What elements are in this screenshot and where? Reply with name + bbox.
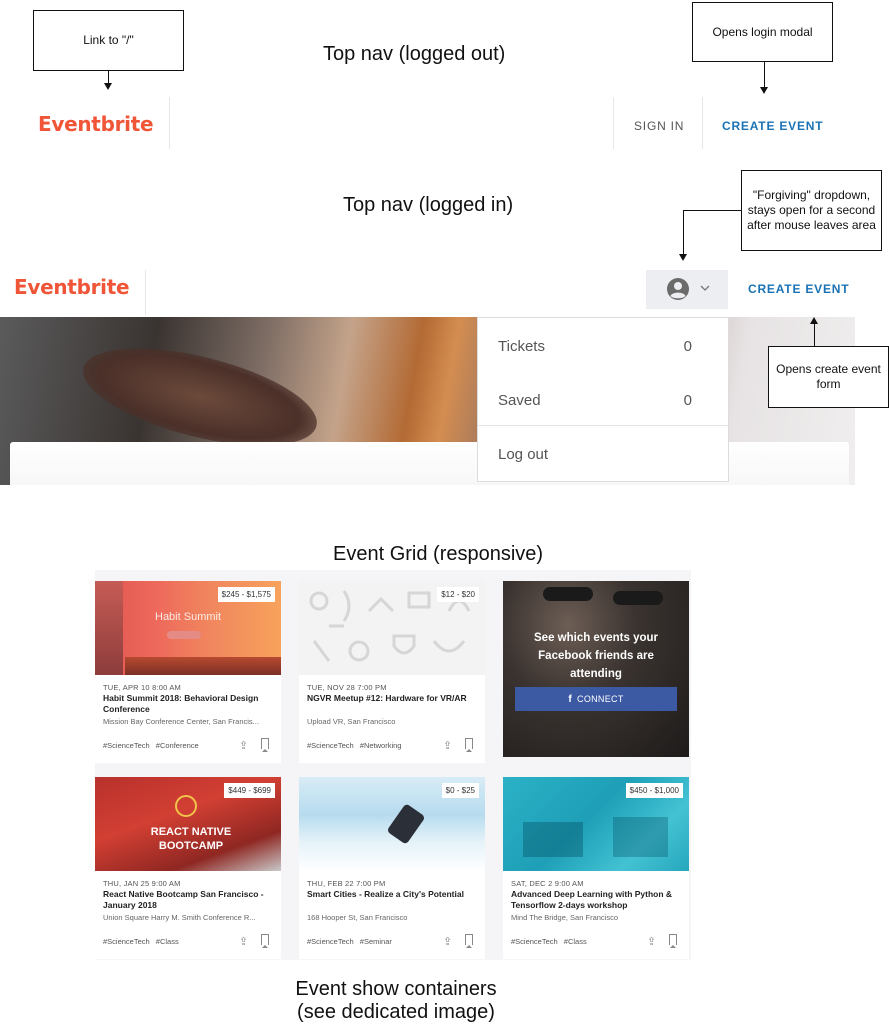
event-title[interactable]: Habit Summit 2018: Behavioral Design Con…: [103, 693, 275, 715]
dropdown-item-saved[interactable]: Saved 0: [478, 372, 728, 426]
section-title-nav-logged-out: Top nav (logged out): [323, 43, 506, 65]
event-image-text: REACT NATIVE BOOTCAMP: [150, 826, 232, 852]
event-date: THU, FEB 22 7:00 PM: [307, 879, 386, 888]
chevron-down-icon: [700, 285, 710, 291]
price-badge: $0 - $25: [441, 783, 479, 798]
connector-line: [683, 210, 684, 254]
create-event-link[interactable]: CREATE EVENT: [722, 119, 823, 133]
bookmark-icon[interactable]: [261, 738, 269, 752]
sign-in-link[interactable]: SIGN IN: [634, 119, 684, 133]
event-tags[interactable]: #ScienceTech #Class: [103, 937, 179, 946]
arrow-up-icon: [810, 317, 818, 324]
facebook-icon: f: [568, 693, 573, 705]
event-card[interactable]: $0 - $25 THU, FEB 22 7:00 PM Smart Citie…: [299, 777, 485, 959]
arrow-down-icon: [104, 83, 112, 90]
create-event-link[interactable]: CREATE EVENT: [748, 282, 849, 296]
annotation-text: Opens create event form: [776, 362, 881, 391]
event-tags[interactable]: #ScienceTech #Conference: [103, 741, 199, 750]
section-title-event-grid: Event Grid (responsive): [333, 543, 544, 565]
dropdown-item-logout[interactable]: Log out: [478, 426, 728, 481]
annotation-logo-link: Link to "/": [33, 10, 184, 71]
dropdown-item-label: Log out: [498, 446, 549, 463]
event-venue: Upload VR, San Francisco: [307, 717, 396, 726]
nav-divider: [169, 97, 170, 149]
event-date: THU, JAN 25 9:00 AM: [103, 879, 181, 888]
user-menu-button[interactable]: [646, 270, 728, 309]
section-title-nav-logged-in: Top nav (logged in): [343, 194, 514, 216]
event-tags[interactable]: #ScienceTech #Seminar: [307, 937, 392, 946]
share-icon[interactable]: ⇪: [239, 935, 248, 948]
dropdown-item-label: Saved: [498, 392, 541, 409]
event-date: TUE, NOV 28 7:00 PM: [307, 683, 387, 692]
event-card[interactable]: $450 - $1,000 SAT, DEC 2 9:00 AM Advance…: [503, 777, 689, 959]
connector-line: [814, 324, 815, 346]
arrow-down-icon: [679, 254, 687, 261]
event-title[interactable]: Smart Cities - Realize a City's Potentia…: [307, 889, 479, 900]
dropdown-item-count: 0: [683, 392, 692, 409]
share-icon[interactable]: ⇪: [647, 935, 656, 948]
annotation-text: "Forgiving" dropdown, stays open for a s…: [747, 188, 876, 232]
price-badge: $245 - $1,575: [217, 587, 275, 602]
share-icon[interactable]: ⇪: [443, 935, 452, 948]
event-card[interactable]: REACT NATIVE BOOTCAMP $449 - $699 THU, J…: [95, 777, 281, 959]
eventbrite-logo[interactable]: Eventbrite: [14, 275, 130, 299]
event-title[interactable]: Advanced Deep Learning with Python & Ten…: [511, 889, 683, 911]
event-venue: Mind The Bridge, San Francisco: [511, 913, 618, 922]
connector-line: [108, 71, 109, 83]
bookmark-icon[interactable]: [465, 934, 473, 948]
event-venue: 168 Hooper St, San Francisco: [307, 913, 408, 922]
price-badge: $449 - $699: [224, 783, 275, 798]
bookmark-icon[interactable]: [465, 738, 473, 752]
event-card[interactable]: Habit Summit $245 - $1,575 TUE, APR 10 8…: [95, 581, 281, 763]
annotation-forgiving-dropdown: "Forgiving" dropdown, stays open for a s…: [741, 170, 882, 251]
event-date: TUE, APR 10 8:00 AM: [103, 683, 182, 692]
user-avatar-icon: [667, 278, 689, 300]
event-tags[interactable]: #ScienceTech #Class: [511, 937, 587, 946]
arrow-down-icon: [760, 87, 768, 94]
event-image: $450 - $1,000: [503, 777, 689, 871]
bookmark-icon[interactable]: [669, 934, 677, 948]
event-venue: Union Square Harry M. Smith Conference R…: [103, 913, 256, 922]
share-icon[interactable]: ⇪: [443, 739, 452, 752]
event-image: $12 - $20: [299, 581, 485, 675]
user-dropdown-menu: Tickets 0 Saved 0 Log out: [477, 317, 729, 482]
eventbrite-logo[interactable]: Eventbrite: [38, 112, 154, 136]
event-image: REACT NATIVE BOOTCAMP $449 - $699: [95, 777, 281, 871]
event-title[interactable]: React Native Bootcamp San Francisco - Ja…: [103, 889, 275, 911]
facebook-friends-card: See which events your Facebook friends a…: [503, 581, 689, 757]
event-card[interactable]: $12 - $20 TUE, NOV 28 7:00 PM NGVR Meetu…: [299, 581, 485, 763]
event-venue: Mission Bay Conference Center, San Franc…: [103, 717, 259, 726]
section-title-event-show: Event show containers (see dedicated ima…: [295, 978, 497, 1023]
bookmark-icon[interactable]: [261, 934, 269, 948]
connector-line: [683, 210, 741, 211]
facebook-connect-button[interactable]: f CONNECT: [515, 687, 677, 711]
nav-divider: [702, 97, 703, 149]
event-image-text: Habit Summit: [155, 611, 222, 623]
event-date: SAT, DEC 2 9:00 AM: [511, 879, 584, 888]
share-icon[interactable]: ⇪: [239, 739, 248, 752]
nav-divider: [145, 270, 146, 315]
facebook-connect-label: CONNECT: [577, 694, 624, 704]
dropdown-item-count: 0: [683, 338, 692, 355]
event-tags[interactable]: #ScienceTech #Networking: [307, 741, 401, 750]
event-image: $0 - $25: [299, 777, 485, 871]
event-image: Habit Summit $245 - $1,575: [95, 581, 281, 675]
price-badge: $12 - $20: [437, 587, 479, 602]
event-title[interactable]: NGVR Meetup #12: Hardware for VR/AR: [307, 693, 479, 704]
facebook-card-text: See which events your Facebook friends a…: [534, 632, 658, 680]
annotation-text: Opens login modal: [712, 24, 813, 39]
annotation-text: Link to "/": [83, 33, 134, 47]
connector-line: [764, 62, 765, 87]
dropdown-item-label: Tickets: [498, 338, 545, 355]
price-badge: $450 - $1,000: [625, 783, 683, 798]
annotation-create-event-form: Opens create event form: [768, 346, 889, 408]
nav-divider: [613, 97, 614, 149]
annotation-login-modal: Opens login modal: [692, 2, 833, 62]
dropdown-item-tickets[interactable]: Tickets 0: [478, 318, 728, 372]
